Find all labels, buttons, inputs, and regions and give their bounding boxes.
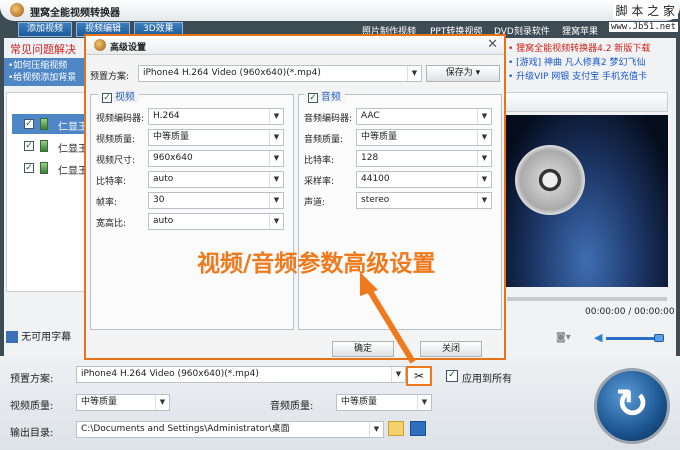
annotation-arrow: [360, 272, 416, 364]
annotation-text: 视频/音频参数高级设置: [197, 251, 436, 277]
